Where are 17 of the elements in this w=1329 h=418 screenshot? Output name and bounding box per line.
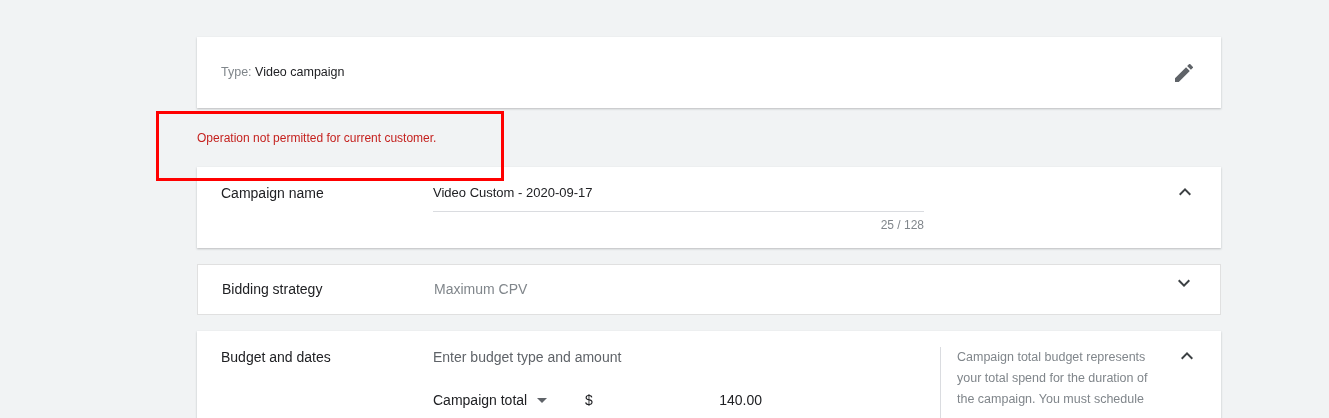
budget-amount-field[interactable]: $ 140.00 (585, 389, 762, 418)
campaign-name-field[interactable]: Video Custom - 2020-09-17 (433, 183, 924, 212)
dropdown-arrow-icon (537, 397, 548, 403)
section-title: Budget and dates (221, 347, 332, 367)
section-title: Bidding strategy (222, 279, 324, 299)
budget-help-text: Campaign total budget represents your total spend for the duration of the campaign. You must schedule (957, 348, 1149, 408)
campaign-type: Type: Video campaign (221, 64, 345, 82)
section-title: Campaign name (221, 184, 325, 203)
character-counter: 25 / 128 (880, 216, 924, 234)
chevron-down-icon[interactable] (1178, 278, 1190, 287)
error-message: Operation not permitted for current customer. (197, 129, 437, 147)
budget-type-dropdown[interactable]: Campaign total (433, 389, 553, 418)
chevron-up-icon[interactable] (1181, 351, 1193, 360)
chevron-up-icon[interactable] (1179, 188, 1191, 196)
bidding-summary: Maximum CPV (434, 279, 528, 299)
edit-pencil-icon[interactable] (1175, 63, 1193, 82)
budget-prompt: Enter budget type and amount (433, 347, 623, 367)
